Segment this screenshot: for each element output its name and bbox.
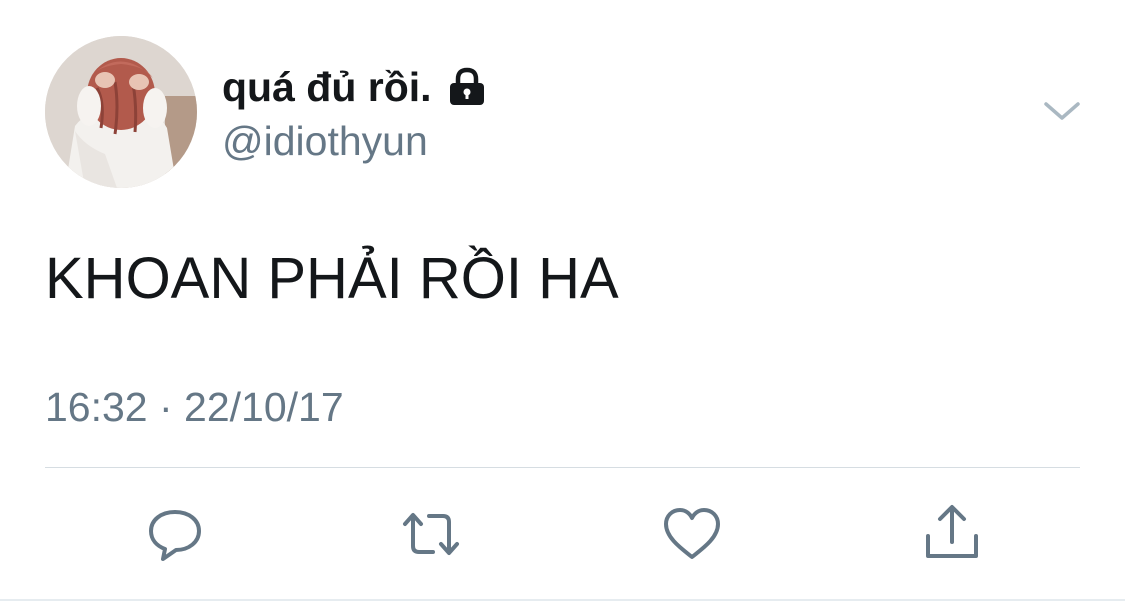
tweet-timestamp[interactable]: 16:32 · 22/10/17	[45, 382, 344, 432]
display-name[interactable]: quá đủ rồi.	[222, 62, 488, 112]
tweet-text: KHOAN PHẢI RỒI HA	[45, 246, 619, 311]
display-name-text: quá đủ rồi.	[222, 64, 432, 110]
retweet-arrows-icon	[403, 513, 459, 555]
like-button[interactable]	[660, 502, 724, 566]
heart-icon	[664, 508, 720, 559]
share-button[interactable]	[920, 502, 984, 566]
retweet-button[interactable]	[399, 502, 463, 566]
tweet-card: quá đủ rồi. @idiothyun KHOAN PHẢI RỒI HA…	[0, 0, 1125, 601]
lock-icon	[449, 67, 484, 105]
share-upload-icon	[926, 505, 978, 558]
user-handle[interactable]: @idiothyun	[222, 116, 428, 166]
speech-bubble-icon	[149, 510, 201, 561]
chevron-down-icon[interactable]	[1042, 96, 1082, 126]
reply-button[interactable]	[143, 502, 207, 566]
avatar-image	[45, 36, 197, 188]
divider	[45, 467, 1080, 468]
avatar[interactable]	[45, 36, 197, 188]
